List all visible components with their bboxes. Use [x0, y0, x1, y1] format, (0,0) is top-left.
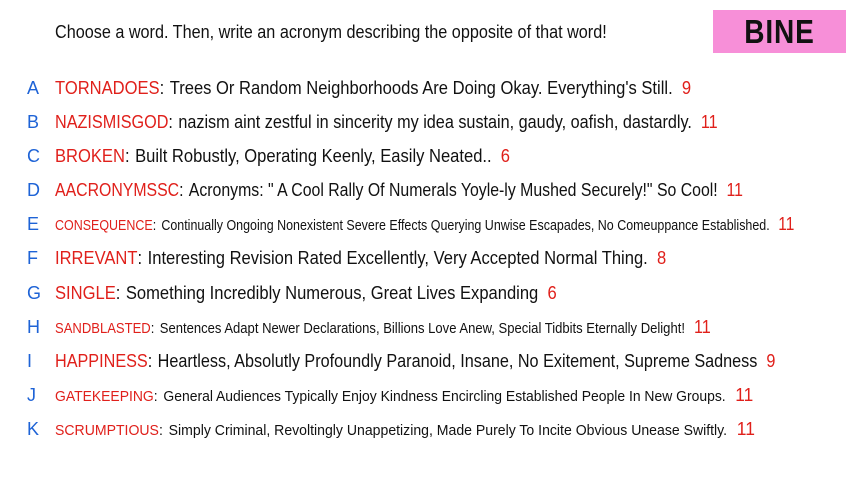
entry-acronym: Sentences Adapt Newer Declarations, Bill…	[159, 320, 685, 337]
entry-acronym: Interesting Revision Rated Excellently, …	[147, 247, 648, 268]
instruction-text: Choose a word. Then, write an acronym de…	[55, 22, 607, 42]
entry-letter: K	[27, 418, 40, 439]
entry-letter: A	[27, 77, 40, 98]
entry-word: BROKEN	[55, 145, 125, 166]
entry-count: 11	[735, 384, 754, 405]
entry-acronym: Trees Or Random Neighborhoods Are Doing …	[169, 77, 673, 98]
entry-count: 11	[700, 111, 718, 132]
entry-letter: E	[27, 213, 40, 234]
entry-word: HAPPINESS	[55, 350, 148, 371]
entry-word: GATEKEEPING	[55, 388, 154, 405]
entry-count: 9	[766, 350, 776, 371]
entry-letter: F	[27, 247, 38, 268]
entry-letter: J	[27, 384, 36, 405]
entry-acronym: Heartless, Absolutly Profoundly Paranoid…	[157, 350, 758, 371]
entry-count: 6	[547, 282, 557, 303]
entry-acronym: Simply Criminal, Revoltingly Unappetizin…	[168, 422, 728, 439]
entry-letter: D	[27, 179, 40, 200]
entry-letter: C	[27, 145, 40, 166]
entry-acronym: General Audiences Typically Enjoy Kindne…	[163, 388, 726, 405]
entry-acronym: Something Incredibly Numerous, Great Liv…	[125, 282, 539, 303]
entry-count: 11	[778, 213, 795, 234]
entry-count: 9	[681, 77, 692, 98]
entry-acronym: Continually Ongoing Nonexistent Severe E…	[161, 217, 770, 234]
entry-word: TORNADOES	[55, 77, 160, 98]
entry-letter: G	[27, 282, 42, 303]
entry-count: 11	[693, 316, 711, 337]
entry-word: IRREVANT	[55, 247, 138, 268]
entry-word: SCRUMPTIOUS	[55, 422, 159, 439]
entry-letter: H	[27, 316, 40, 337]
entry-word: CONSEQUENCE	[55, 217, 153, 234]
entry-acronym: nazism aint zestful in sincerity my idea…	[178, 111, 692, 132]
entry-word: NAZISMISGOD	[55, 111, 169, 132]
name-badge: BINE	[713, 10, 846, 53]
entry-count: 6	[500, 145, 511, 166]
entry-word: SANDBLASTED	[55, 320, 151, 337]
entry-word: SINGLE	[55, 282, 116, 303]
entry-acronym: Acronyms: " A Cool Rally Of Numerals Yoy…	[188, 179, 718, 200]
entry-count: 11	[726, 179, 743, 200]
entry-count: 11	[736, 418, 755, 439]
entry-letter: I	[27, 350, 33, 371]
entry-count: 8	[656, 247, 667, 268]
entry-word: AACRONYMSSC	[55, 179, 180, 200]
badge-label: BINE	[744, 12, 815, 50]
entry-acronym: Built Robustly, Operating Keenly, Easily…	[135, 145, 492, 166]
entry-letter: B	[27, 111, 40, 132]
